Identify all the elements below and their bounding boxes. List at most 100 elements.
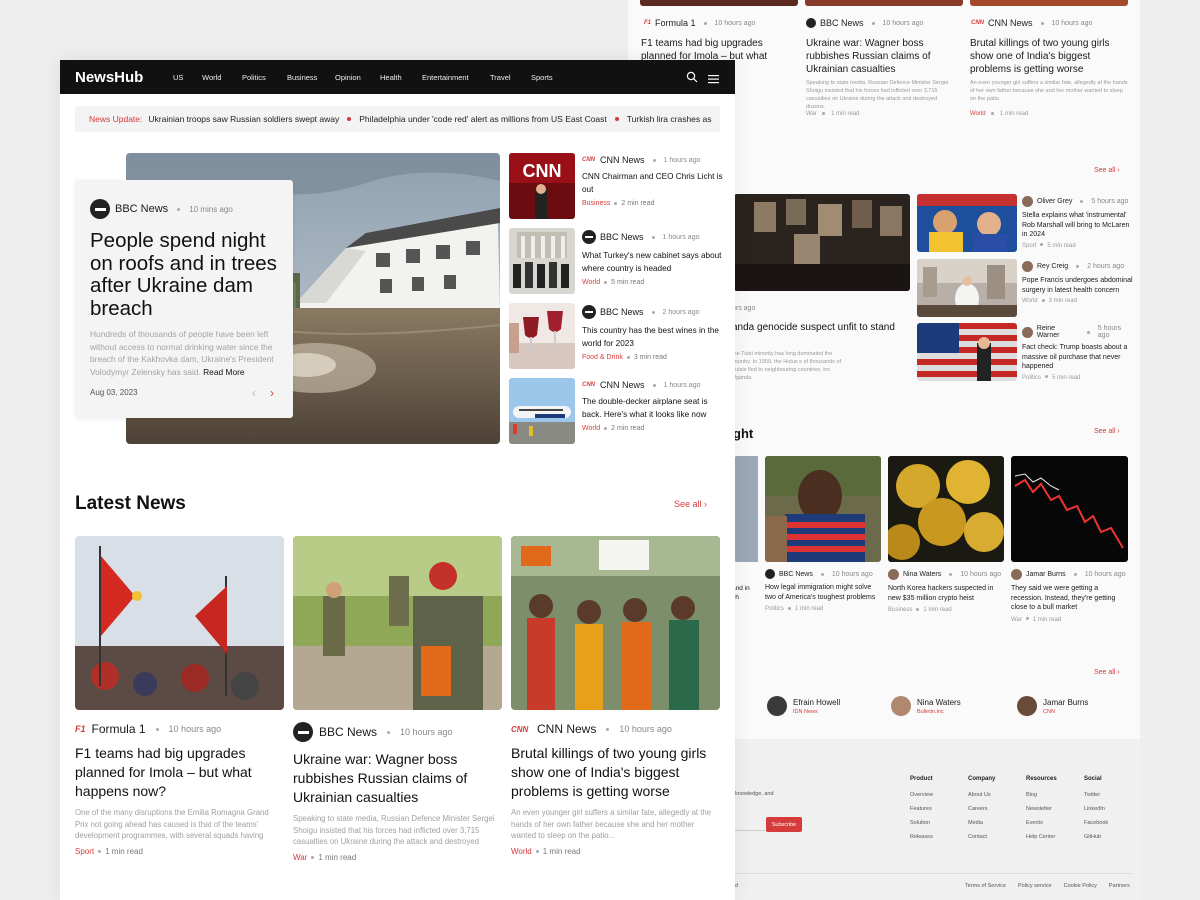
side-article[interactable]: CNN CNN CNN News 1 hours ago CNN Chairman … [509,153,724,219]
article-image[interactable] [917,323,1017,381]
grid-article[interactable]: Nina Waters 10 hours ago North Korea hack… [888,569,1004,613]
nav-item-travel[interactable]: Travel [490,73,511,82]
author-card[interactable]: Nina Waters Bulletin.Inc [891,696,961,716]
legal-link[interactable]: Partners [1109,883,1130,889]
grid-article[interactable]: BBC News 10 hours ago How legal immigrati… [765,569,881,612]
category-label[interactable]: World [970,111,986,117]
footer-link[interactable]: Help Center [1026,834,1057,840]
category-label[interactable]: Sport [1022,243,1036,249]
see-all-link[interactable]: See all › [1094,428,1120,435]
chevron-left-icon[interactable]: ‹ [252,386,256,400]
nav-item-us[interactable]: US [173,73,183,82]
category-label[interactable]: World [1022,298,1038,304]
article-title[interactable]: Brutal killings of two young girls show … [970,37,1130,76]
card-title[interactable]: Brutal killings of two young girls show … [511,744,720,801]
footer-link[interactable]: Events [1026,820,1057,826]
article-image[interactable] [640,0,798,6]
article-title[interactable]: Ukraine war: Wagner boss rubbishes Russi… [806,37,956,76]
footer-link[interactable]: Blog [1026,792,1057,798]
search-icon[interactable] [686,70,698,88]
article-image[interactable] [888,456,1004,562]
side-article[interactable]: Oliver Grey 5 hours ago Stella explains w… [1022,196,1134,249]
card-title[interactable]: Ukraine war: Wagner boss rubbishes Russi… [293,750,502,807]
legal-link[interactable]: Terms of Service [965,883,1006,889]
ticker-item[interactable]: Turkish lira crashes as [627,114,712,124]
category-label[interactable]: War [806,111,817,117]
footer-link[interactable]: Overview [910,792,933,798]
nav-item-business[interactable]: Business [287,73,317,82]
nav-item-entertainment[interactable]: Entertainment [422,73,469,82]
article-image[interactable] [970,0,1128,6]
footer-link[interactable]: Solution [910,820,933,826]
hero-card[interactable]: BBC News 10 mins ago People spend night … [75,180,293,418]
card-title[interactable]: F1 teams had big upgrades planned for Im… [75,744,284,801]
side-article[interactable]: Reine Warner 5 hours ago Fact check: Trum… [1022,325,1134,381]
news-card[interactable]: BBC News 10 hours ago Ukraine war: Wagner… [293,536,502,862]
article-image[interactable] [509,378,575,444]
news-card[interactable]: F1 Formula 1 10 hours ago F1 teams had big… [75,536,284,856]
article-image[interactable] [509,228,575,294]
side-article[interactable]: BBC News 1 hours ago What Turkey's new ca… [509,228,724,294]
article-title[interactable]: CNN Chairman and CEO Chris Licht is out [582,171,724,196]
brand-logo[interactable]: NewsHub [75,69,171,86]
news-card[interactable]: CNN CNN News 10 hours ago Brutal killings … [511,536,720,856]
legal-link[interactable]: Cookie Policy [1064,883,1097,889]
side-article[interactable]: CNN CNN News 1 hours ago The double-decker… [509,378,724,444]
footer-link[interactable]: Contact [968,834,995,840]
article-title[interactable]: Stella explains what 'instrumental' Rob … [1022,211,1134,240]
nav-item-opinion[interactable]: Opinion [335,73,361,82]
side-article[interactable]: BBC News 2 hours ago This country has the… [509,303,724,369]
chevron-right-icon[interactable]: › [270,386,274,400]
newsletter-input[interactable] [735,817,765,831]
category-label[interactable]: War [1011,617,1022,623]
author-card[interactable]: Efrain Howell IDN News [767,696,840,716]
article-title[interactable]: North Korea hackers suspected in new $35… [888,584,1004,603]
feature-image[interactable] [734,194,910,291]
see-all-link[interactable]: See all › [1094,167,1120,174]
feature-title[interactable]: anda genocide suspect unfit to stand [732,322,895,333]
article-image[interactable] [734,456,758,562]
article-image[interactable] [509,303,575,369]
article-image[interactable] [805,0,963,6]
see-all-link[interactable]: See all › [674,499,707,509]
see-all-link[interactable]: See all › [1094,669,1120,676]
author-card[interactable]: Jamar Burns CNN [1017,696,1088,716]
article-image[interactable] [511,536,720,710]
footer-link[interactable]: Media [968,820,995,826]
footer-link[interactable]: Careers [968,806,995,812]
footer-link[interactable]: Facebook [1084,820,1108,826]
category-label[interactable]: Food & Drink [582,354,623,361]
footer-link[interactable]: LinkedIn [1084,806,1108,812]
article-image[interactable] [293,536,502,710]
footer-link[interactable]: GitHub [1084,834,1108,840]
nav-item-health[interactable]: Health [380,73,402,82]
footer-link[interactable]: About Us [968,792,995,798]
side-article[interactable]: Rey Creig 2 hours ago Pope Francis underg… [1022,261,1134,304]
ticker-item[interactable]: Ukrainian troops saw Russian soldiers sw… [148,114,339,124]
footer-link[interactable]: Newsletter [1026,806,1057,812]
hero-title[interactable]: People spend night on roofs and in trees… [90,229,290,320]
article-title[interactable]: How legal immigration might solve two of… [765,583,881,602]
footer-link[interactable]: Releases [910,834,933,840]
article-image[interactable] [917,194,1017,252]
nav-item-politics[interactable]: Politics [242,73,266,82]
footer-link[interactable]: Twitter [1084,792,1108,798]
legal-link[interactable]: Policy service [1018,883,1052,889]
category-label[interactable]: Business [888,607,912,613]
article-title[interactable]: Fact check: Trump boasts about a massive… [1022,343,1134,372]
article-title[interactable]: The double-decker airplane seat is back.… [582,396,724,421]
article-image[interactable] [917,259,1017,317]
article-title[interactable]: Pope Francis undergoes abdominal surgery… [1022,276,1134,295]
grid-article[interactable]: Jamar Burns 10 hours ago They said we wer… [1011,569,1128,623]
menu-icon[interactable] [708,71,719,89]
category-label[interactable]: Sport [75,847,94,856]
category-label[interactable]: Business [582,200,610,207]
nav-item-world[interactable]: World [202,73,221,82]
category-label[interactable]: Politics [765,606,784,612]
category-label[interactable]: World [582,279,600,286]
article-title[interactable]: This country has the best wines in the w… [582,325,724,350]
article-image[interactable]: CNN [509,153,575,219]
article-title[interactable]: They said we were getting a recession. I… [1011,584,1128,613]
ticker-item[interactable]: Philadelphia under 'code red' alert as m… [359,114,607,124]
category-label[interactable]: War [293,853,307,862]
